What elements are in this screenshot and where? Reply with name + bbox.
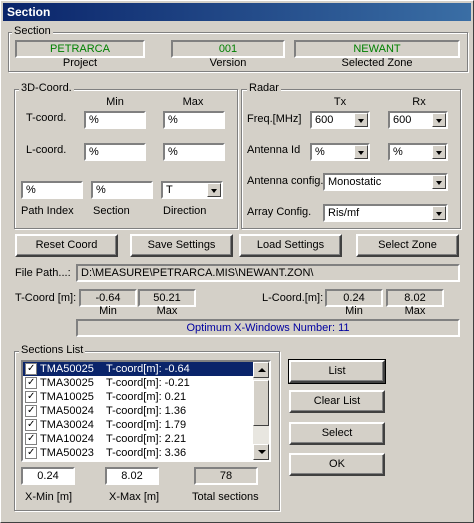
x-min-label: X-Min [m] xyxy=(25,491,73,503)
direction-select[interactable]: T xyxy=(161,181,223,199)
l-coord-range-label: L-Coord.[m]: xyxy=(262,292,324,304)
list-item[interactable]: TMA10025T-coord[m]: 0.21 xyxy=(23,390,269,404)
array-config-select[interactable]: Ris/mf xyxy=(323,204,448,222)
window-title: Section xyxy=(3,3,471,21)
freq-tx-value: 600 xyxy=(315,114,334,126)
array-config-value: Ris/mf xyxy=(328,207,360,219)
checkbox-icon[interactable] xyxy=(25,362,37,376)
freq-rx-select[interactable]: 600 xyxy=(388,111,448,129)
coord3d-legend: 3D-Coord. xyxy=(19,82,74,94)
l-coord-max-input[interactable]: % xyxy=(163,143,225,161)
scroll-up-icon[interactable] xyxy=(253,362,269,378)
antenna-config-select[interactable]: Monostatic xyxy=(323,173,448,191)
chevron-down-icon[interactable] xyxy=(432,145,446,159)
radar-tx-header: Tx xyxy=(333,96,347,108)
zone-label: Selected Zone xyxy=(341,57,413,69)
x-max-label: X-Max [m] xyxy=(109,491,160,503)
antenna-rx-select[interactable]: % xyxy=(388,143,448,161)
direction-value: T xyxy=(166,184,173,196)
reset-coord-button[interactable]: Reset Coord xyxy=(15,234,118,257)
scroll-down-icon[interactable] xyxy=(253,444,269,460)
chevron-down-icon[interactable] xyxy=(432,206,446,220)
project-label: Project xyxy=(62,57,98,69)
checkbox-icon[interactable] xyxy=(25,390,37,404)
x-max-field[interactable]: 8.02 xyxy=(105,467,159,485)
total-sections-label: Total sections xyxy=(192,491,259,503)
t-coord-range-label: T-Coord [m]: xyxy=(15,292,77,304)
chevron-down-icon[interactable] xyxy=(354,145,368,159)
clear-list-button[interactable]: Clear List xyxy=(289,390,385,413)
x-min-field[interactable]: 0.24 xyxy=(21,467,75,485)
sections-listbox[interactable]: TMA50025T-coord[m]: -0.64 TMA30025T-coor… xyxy=(21,360,271,462)
load-settings-button[interactable]: Load Settings xyxy=(239,234,342,257)
t-coord-max-input[interactable]: % xyxy=(163,111,225,129)
t-coord-min-label: Min xyxy=(99,305,117,317)
sections-list-legend: Sections List xyxy=(19,344,86,356)
list-item[interactable]: TMA30024T-coord[m]: 1.79 xyxy=(23,418,269,432)
version-label: Version xyxy=(209,57,247,69)
chevron-down-icon[interactable] xyxy=(354,113,368,127)
list-item[interactable]: TMA10024T-coord[m]: 2.21 xyxy=(23,432,269,446)
coord3d-max-header: Max xyxy=(182,96,204,108)
list-item[interactable]: TMA50025T-coord[m]: -0.64 xyxy=(23,362,269,376)
scroll-thumb[interactable] xyxy=(253,380,269,426)
antenna-tx-select[interactable]: % xyxy=(310,143,370,161)
list-item[interactable]: TMA50024T-coord[m]: 1.36 xyxy=(23,404,269,418)
section-input[interactable]: % xyxy=(91,181,153,199)
radar-rx-header: Rx xyxy=(412,96,426,108)
l-coord-min-label: Min xyxy=(345,305,363,317)
checkbox-icon[interactable] xyxy=(25,446,37,460)
total-sections-field: 78 xyxy=(194,467,258,485)
list-button[interactable]: List xyxy=(288,359,386,384)
section-window: Section Section PETRARCA Project 001 Ver… xyxy=(0,0,474,523)
select-zone-button[interactable]: Select Zone xyxy=(356,234,459,257)
t-coord-min-input[interactable]: % xyxy=(84,111,146,129)
save-settings-button[interactable]: Save Settings xyxy=(130,234,233,257)
array-config-label: Array Config. xyxy=(247,206,312,218)
version-field: 001 xyxy=(171,40,285,58)
freq-rx-value: 600 xyxy=(393,114,412,126)
l-coord-max-label: Max xyxy=(404,305,426,317)
file-path-field: D:\MEASURE\PETRARCA.MIS\NEWANT.ZON\ xyxy=(76,264,460,282)
checkbox-icon[interactable] xyxy=(25,404,37,418)
optimum-windows-field: Optimum X-Windows Number: 11 xyxy=(76,319,460,337)
path-index-label: Path Index xyxy=(21,205,74,217)
checkbox-icon[interactable] xyxy=(25,432,37,446)
list-item[interactable]: TMA50023T-coord[m]: 3.36 xyxy=(23,446,269,460)
zone-field: NEWANT xyxy=(294,40,460,58)
l-coord-label: L-coord. xyxy=(26,144,67,156)
t-coord-max-label: Max xyxy=(156,305,178,317)
ok-button[interactable]: OK xyxy=(289,453,385,476)
radar-legend: Radar xyxy=(247,82,281,94)
path-index-input[interactable]: % xyxy=(21,181,83,199)
checkbox-icon[interactable] xyxy=(25,376,37,390)
section-input-label: Section xyxy=(93,205,130,217)
list-scrollbar[interactable] xyxy=(253,362,269,460)
antenna-config-value: Monostatic xyxy=(328,176,382,188)
antenna-tx-value: % xyxy=(315,146,325,158)
coord3d-min-header: Min xyxy=(106,96,124,108)
section-group-legend: Section xyxy=(12,25,53,37)
freq-label: Freq.[MHz] xyxy=(247,113,302,125)
chevron-down-icon[interactable] xyxy=(207,183,221,197)
antenna-config-label: Antenna config. xyxy=(247,175,324,187)
project-field: PETRARCA xyxy=(15,40,145,58)
antenna-id-label: Antenna Id xyxy=(247,144,301,156)
chevron-down-icon[interactable] xyxy=(432,175,446,189)
chevron-down-icon[interactable] xyxy=(432,113,446,127)
select-button[interactable]: Select xyxy=(289,422,385,445)
checkbox-icon[interactable] xyxy=(25,418,37,432)
list-item[interactable]: TMA30025T-coord[m]: -0.21 xyxy=(23,376,269,390)
direction-label: Direction xyxy=(163,205,207,217)
antenna-rx-value: % xyxy=(393,146,403,158)
file-path-label: File Path...: xyxy=(15,267,71,279)
t-coord-label: T-coord. xyxy=(26,112,67,124)
l-coord-min-input[interactable]: % xyxy=(84,143,146,161)
freq-tx-select[interactable]: 600 xyxy=(310,111,370,129)
